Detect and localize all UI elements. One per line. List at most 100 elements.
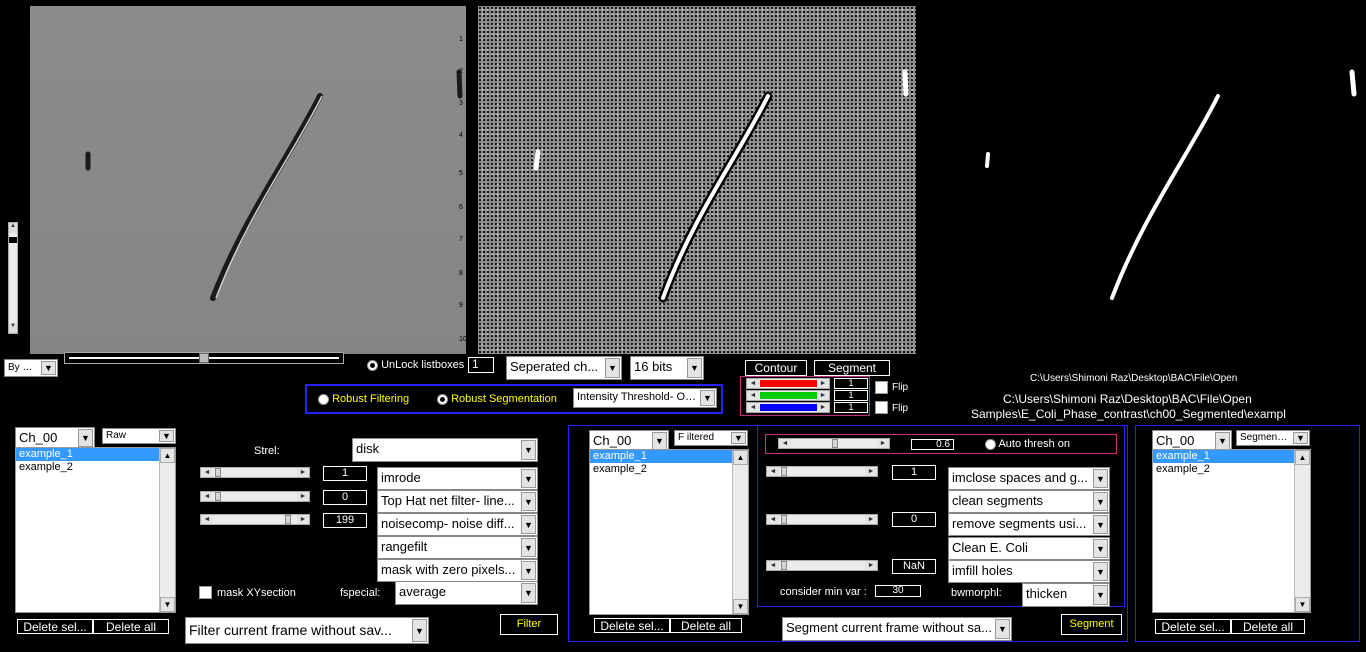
fspecial-select[interactable]: average ▼: [395, 581, 538, 605]
green-slider[interactable]: ◄ ►: [746, 390, 830, 401]
mask-xysection-checkbox[interactable]: [199, 586, 212, 599]
filter-value-1[interactable]: 1: [323, 466, 367, 481]
frame-slider[interactable]: [64, 352, 344, 364]
filter-op-5[interactable]: mask with zero pixels... ▼: [377, 559, 538, 582]
red-slider[interactable]: ◄ ►: [746, 378, 830, 389]
filtered-image[interactable]: [478, 6, 916, 354]
blue-value[interactable]: 1: [834, 402, 868, 413]
chevron-down-icon: ▼: [652, 432, 667, 450]
chevron-down-icon: ▼: [521, 492, 536, 511]
path-text-small: C:\Users\Shimoni Raz\Desktop\BAC\File\Op…: [1030, 373, 1238, 384]
filter-op-1[interactable]: imrode ▼: [377, 467, 538, 490]
path-text-line3: Samples\E_Coli_Phase_contrast\ch00_Segme…: [971, 407, 1286, 421]
mid-file-list[interactable]: example_1 example_2 ▲ ▼: [589, 449, 749, 615]
unlock-value[interactable]: 1: [468, 357, 494, 373]
bwmorph-select[interactable]: thicken ▼: [1022, 583, 1110, 607]
left-type-select[interactable]: Raw ▼: [102, 428, 176, 444]
right-delete-selected-button[interactable]: Delete sel...: [1155, 619, 1231, 634]
chevron-down-icon: ▼: [1215, 432, 1230, 450]
min-var-value[interactable]: 30: [875, 585, 921, 597]
seg-op-4[interactable]: Clean E. Coli ▼: [948, 537, 1110, 560]
strel-select[interactable]: disk ▼: [352, 438, 538, 462]
view-mode-select[interactable]: By m... ▼: [4, 359, 58, 377]
seg-op-1[interactable]: imclose spaces and g... ▼: [948, 467, 1110, 490]
list-item[interactable]: example_2: [1153, 463, 1310, 476]
thresh-slider[interactable]: ◄ ►: [778, 438, 890, 449]
list-item[interactable]: example_1: [590, 450, 748, 463]
bits-select[interactable]: 16 bits ▼: [630, 356, 704, 380]
right-type-select[interactable]: Segmented ▼: [1236, 430, 1310, 446]
filter-op-2[interactable]: Top Hat net filter- line... ▼: [377, 490, 538, 513]
robust-filtering-option[interactable]: Robust Filtering: [318, 393, 409, 405]
robust-segmentation-option[interactable]: Robust Segmentation: [437, 393, 557, 405]
chevron-down-icon: ▼: [1093, 515, 1108, 534]
green-value[interactable]: 1: [834, 390, 868, 401]
segment-action-select[interactable]: Segment current frame without sa... ▼: [782, 617, 1012, 641]
left-file-list[interactable]: example_1 example_2 ▲ ▼: [15, 447, 176, 613]
chevron-down-icon: ▼: [700, 390, 715, 406]
right-list-scrollbar[interactable]: ▲ ▼: [1294, 450, 1310, 612]
unlock-listboxes[interactable]: UnLock listboxes: [367, 359, 464, 371]
left-delete-selected-button[interactable]: Delete sel...: [17, 619, 93, 634]
auto-thresh-option[interactable]: Auto thresh on: [985, 438, 1070, 450]
filter-button[interactable]: Filter: [500, 614, 558, 635]
chevron-down-icon: ▼: [1093, 585, 1108, 605]
chevron-down-icon: ▼: [605, 358, 620, 378]
frame-vscroll[interactable]: ▲ ▼: [8, 222, 18, 334]
contour-button[interactable]: Contour: [745, 360, 807, 376]
mid-delete-selected-button[interactable]: Delete sel...: [594, 618, 670, 633]
list-item[interactable]: example_1: [16, 448, 175, 461]
right-delete-all-button[interactable]: Delete all: [1231, 619, 1305, 634]
chevron-down-icon: ▼: [521, 561, 536, 580]
filter-value-2[interactable]: 0: [323, 490, 367, 505]
min-var-label: consider min var :: [780, 586, 867, 598]
filter-value-3[interactable]: 199: [323, 513, 367, 528]
segment-top-button[interactable]: Segment: [814, 360, 890, 376]
auto-thresh-radio[interactable]: [985, 438, 996, 450]
chevron-down-icon: ▼: [159, 430, 174, 442]
seg-op-3[interactable]: remove segments usi... ▼: [948, 513, 1110, 536]
right-file-list[interactable]: example_1 example_2 ▲ ▼: [1152, 449, 1311, 613]
mid-list-scrollbar[interactable]: ▲ ▼: [732, 450, 748, 614]
mid-delete-all-button[interactable]: Delete all: [670, 618, 742, 633]
seg-slider-1[interactable]: ◄ ►: [766, 466, 878, 477]
robust-filtering-radio[interactable]: [318, 393, 329, 405]
flip-checkbox-1[interactable]: [875, 381, 888, 394]
chevron-down-icon: ▼: [521, 515, 536, 534]
filter-slider-1[interactable]: ◄ ►: [200, 467, 310, 478]
raw-image[interactable]: [30, 6, 466, 354]
filter-slider-2[interactable]: ◄ ►: [200, 491, 310, 502]
left-delete-all-button[interactable]: Delete all: [93, 619, 169, 634]
list-item[interactable]: example_2: [590, 463, 748, 476]
chevron-down-icon: ▼: [1093, 539, 1108, 558]
seg-slider-2[interactable]: ◄ ►: [766, 514, 878, 525]
threshold-method-select[interactable]: Intensity Threshold- Ot... ▼: [573, 388, 717, 408]
seg-value-3[interactable]: NaN: [892, 559, 936, 574]
seg-value-2[interactable]: 0: [892, 512, 936, 527]
unlock-radio[interactable]: [367, 359, 378, 371]
left-channel-select[interactable]: Ch_00 ▼: [15, 427, 95, 449]
seg-op-5[interactable]: imfill holes ▼: [948, 560, 1110, 583]
robust-segmentation-label: Robust Segmentation: [451, 393, 557, 405]
left-list-scrollbar[interactable]: ▲ ▼: [159, 448, 175, 612]
blue-slider[interactable]: ◄ ►: [746, 402, 830, 413]
chevron-down-icon: ▼: [521, 469, 536, 488]
list-item[interactable]: example_2: [16, 461, 175, 474]
segmented-image[interactable]: [928, 6, 1364, 354]
red-value[interactable]: 1: [834, 378, 868, 389]
channel-mode-select[interactable]: Seperated ch... ▼: [506, 356, 622, 380]
thresh-value[interactable]: 0.6: [911, 439, 954, 450]
seg-op-2[interactable]: clean segments ▼: [948, 490, 1110, 513]
filter-op-4[interactable]: rangefilt ▼: [377, 536, 538, 559]
list-item[interactable]: example_1: [1153, 450, 1310, 463]
flip-checkbox-2[interactable]: [875, 401, 888, 414]
segment-button[interactable]: Segment: [1061, 614, 1122, 635]
chevron-down-icon: ▼: [412, 619, 427, 642]
filter-slider-3[interactable]: ◄ ►: [200, 514, 310, 525]
seg-slider-3[interactable]: ◄ ►: [766, 560, 878, 571]
mid-type-select[interactable]: F iltered ▼: [674, 430, 748, 446]
seg-value-1[interactable]: 1: [892, 465, 936, 480]
filter-op-3[interactable]: noisecomp- noise diff... ▼: [377, 513, 538, 536]
robust-segmentation-radio[interactable]: [437, 393, 448, 405]
filter-action-select[interactable]: Filter current frame without sav... ▼: [185, 617, 429, 644]
